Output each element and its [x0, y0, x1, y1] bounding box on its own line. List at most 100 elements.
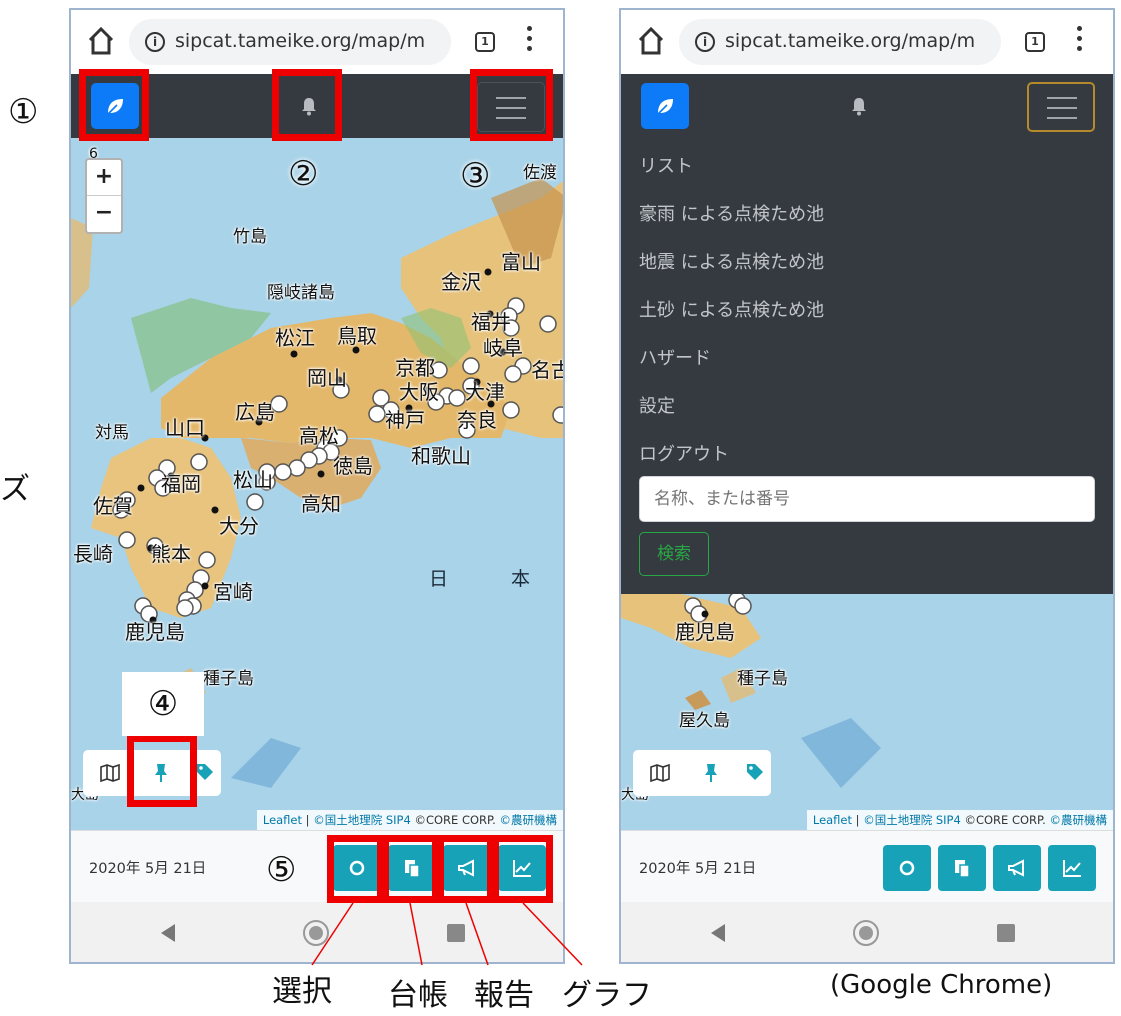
megaphone-icon	[1008, 859, 1024, 877]
app-navbar	[621, 74, 1113, 138]
search-input[interactable]	[639, 476, 1095, 522]
sip4-link[interactable]: SIP4	[936, 813, 961, 827]
map-label: 岡山	[307, 366, 347, 390]
map-attribution: Leaflet | ©国土地理院 SIP4 ©CORE CORP. ©農研機構	[256, 810, 563, 830]
menu-item-settings[interactable]: 設定	[639, 392, 675, 418]
search-button[interactable]: 検索	[639, 532, 709, 576]
callout-number-3: ③	[460, 156, 491, 196]
caption-report: 報告	[474, 978, 534, 1013]
map-label: 山口	[165, 416, 205, 440]
brand-leaf-button[interactable]	[641, 83, 689, 129]
map-label: 大阪	[399, 380, 439, 404]
address-bar[interactable]: i sipcat.tameike.org/map/m	[129, 19, 451, 65]
menu-item-landslide[interactable]: 土砂 による点検ため池	[639, 296, 824, 322]
report-button[interactable]	[993, 845, 1041, 891]
menu-item-earthquake[interactable]: 地震 による点検ため池	[639, 248, 824, 274]
recents-icon[interactable]	[997, 924, 1015, 942]
gsi-link[interactable]: ©国土地理院	[863, 813, 932, 827]
circle-icon	[899, 860, 915, 876]
highlight-box-report	[437, 835, 494, 903]
map-label: 富山	[501, 250, 541, 274]
map-label: 金沢	[441, 270, 481, 294]
zoom-out-button[interactable]: −	[87, 196, 121, 232]
caption-browser: (Google Chrome)	[830, 970, 1053, 1000]
menu-item-logout[interactable]: ログアウト	[639, 440, 729, 466]
tab-count-icon[interactable]: 1	[1025, 32, 1045, 52]
home-icon[interactable]	[637, 26, 665, 56]
zoom-in-button[interactable]: +	[87, 160, 121, 196]
map-label: 広島	[235, 400, 275, 424]
menu-item-hazard[interactable]: ハザード	[639, 344, 711, 370]
url-text: sipcat.tameike.org/map/m	[725, 30, 976, 52]
menu-item-rain[interactable]: 豪雨 による点検ため池	[639, 200, 824, 226]
highlight-box-4	[127, 735, 197, 807]
nav-menu-panel: リスト 豪雨 による点検ため池 地震 による点検ため池 土砂 による点検ため池 …	[621, 138, 1113, 594]
more-vert-icon[interactable]	[1075, 26, 1083, 56]
recents-icon[interactable]	[447, 924, 465, 942]
select-button[interactable]	[883, 845, 931, 891]
info-icon[interactable]: i	[145, 32, 165, 52]
back-icon[interactable]	[161, 924, 175, 942]
map-label: 佐渡	[523, 163, 557, 183]
map-label: 鳥取	[337, 324, 377, 348]
map-label: 高松	[299, 424, 339, 448]
pin-icon[interactable]	[703, 762, 719, 784]
bell-icon[interactable]	[850, 96, 868, 116]
phone-screenshot-map: i sipcat.tameike.org/map/m 1 6 + − 佐渡 竹島…	[69, 8, 565, 964]
zoom-control: + −	[85, 158, 123, 234]
naro-link[interactable]: ©農研機構	[1050, 813, 1108, 827]
address-bar[interactable]: i sipcat.tameike.org/map/m	[679, 19, 1001, 65]
back-icon[interactable]	[711, 924, 725, 942]
map-label: 高知	[301, 492, 341, 516]
home-icon[interactable]	[87, 26, 115, 56]
map-label: 種子島	[203, 669, 254, 689]
more-vert-icon[interactable]	[525, 26, 533, 56]
map-label: 熊本	[151, 542, 191, 566]
highlight-box-select	[327, 835, 384, 903]
map-label: 種子島	[737, 669, 788, 689]
highlight-box-3	[470, 69, 553, 141]
sip4-link[interactable]: SIP4	[386, 813, 411, 827]
home-nav-icon[interactable]	[303, 920, 329, 946]
naro-link[interactable]: ©農研機構	[500, 813, 558, 827]
browser-toolbar: i sipcat.tameike.org/map/m 1	[621, 10, 1113, 74]
map-label: 日	[429, 568, 449, 590]
tag-icon[interactable]	[195, 762, 215, 782]
caption-select: 選択	[272, 974, 332, 1009]
map-label: 名古屋	[531, 358, 563, 382]
map-label: 奈良	[457, 408, 497, 432]
callout-number-5: ⑤	[266, 850, 297, 890]
core-credit: ©CORE CORP.	[414, 813, 496, 827]
map-label: 和歌山	[411, 444, 471, 468]
android-nav-bar	[71, 902, 563, 962]
map-label: 屋久島	[679, 711, 730, 731]
leaflet-link[interactable]: Leaflet	[813, 813, 852, 827]
map-label: 竹島	[233, 227, 267, 247]
gsi-link[interactable]: ©国土地理院	[313, 813, 382, 827]
ledger-button[interactable]	[938, 845, 986, 891]
highlight-box-1	[79, 69, 149, 141]
copy-icon	[955, 860, 970, 878]
phone-screenshot-menu: i sipcat.tameike.org/map/m 1 鹿児島 種子島 屋久島	[619, 8, 1115, 964]
map-label: 宮崎	[213, 580, 253, 604]
graph-button[interactable]	[1048, 845, 1096, 891]
url-text: sipcat.tameike.org/map/m	[175, 30, 426, 52]
core-credit: ©CORE CORP.	[964, 813, 1046, 827]
map-label: 大分	[219, 514, 259, 538]
hamburger-icon	[1047, 97, 1077, 99]
map-label: 福岡	[161, 472, 201, 496]
caption-ledger: 台帳	[388, 978, 448, 1013]
map-icon[interactable]	[99, 762, 121, 784]
callout-number-2: ②	[288, 154, 319, 194]
map-icon[interactable]	[649, 762, 671, 784]
info-icon[interactable]: i	[695, 32, 715, 52]
menu-item-list[interactable]: リスト	[639, 152, 693, 178]
android-nav-bar	[621, 902, 1113, 962]
tab-count-icon[interactable]: 1	[475, 32, 495, 52]
menu-toggle-button[interactable]	[1027, 82, 1095, 132]
map-label: 大津	[465, 380, 505, 404]
date-label: 2020年 5月 21日	[639, 861, 757, 877]
tag-icon[interactable]	[745, 762, 765, 782]
leaflet-link[interactable]: Leaflet	[263, 813, 302, 827]
home-nav-icon[interactable]	[853, 920, 879, 946]
